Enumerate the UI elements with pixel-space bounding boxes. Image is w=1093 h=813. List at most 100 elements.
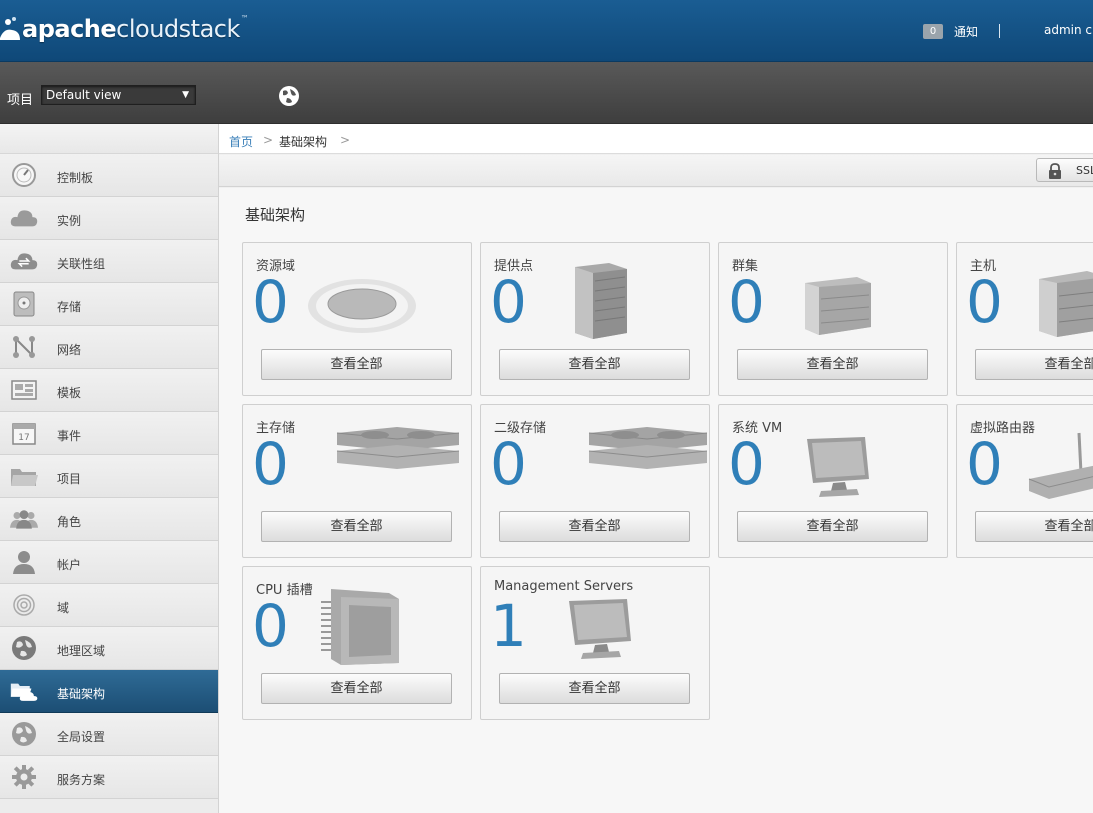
logo-wordmark: apachecloudstack (22, 15, 240, 43)
sidebar-item-label: 域 (57, 601, 70, 615)
project-select-value: Default view (46, 88, 122, 102)
folder-cloud-icon (10, 678, 38, 704)
notification-count-badge[interactable]: 0 (923, 24, 943, 39)
monitor-icon (567, 597, 633, 662)
sidebar-item-label: 地理区域 (57, 644, 106, 658)
sidebar-item-infrastructure[interactable]: 基础架构 (0, 670, 218, 713)
header-separator (999, 24, 1000, 38)
user-icon (10, 549, 38, 575)
tile-primary-storage: 主存储 0 查看全部 (242, 404, 472, 558)
tile-clusters: 群集 0 查看全部 (718, 242, 948, 396)
tile-pods: 提供点 0 查看全部 (480, 242, 710, 396)
tile-count: 0 (966, 430, 1003, 498)
tile-cpu-sockets: CPU 插槽 0 查看全部 (242, 566, 472, 720)
tile-count: 0 (252, 268, 289, 336)
tile-count: 1 (490, 592, 527, 660)
view-all-primary-storage-button[interactable]: 查看全部 (261, 511, 452, 542)
globe-icon[interactable] (278, 85, 300, 107)
primary-storage-icon (335, 425, 461, 478)
sidebar-item-projects[interactable]: 项目 (0, 455, 218, 498)
tile-count: 0 (728, 430, 765, 498)
ssl-certificate-button[interactable]: SSL (1036, 158, 1093, 182)
notifications-link[interactable]: 通知 (954, 23, 978, 40)
gear-icon (10, 764, 38, 790)
breadcrumb-home-link[interactable]: 首页 (229, 133, 253, 150)
logo-text-cloudstack: cloudstack (116, 15, 240, 43)
sidebar-item-affinity-groups[interactable]: 关联性组 (0, 240, 218, 283)
tile-count: 0 (728, 268, 765, 336)
rack-icon (571, 261, 631, 344)
breadcrumb-current[interactable]: 基础架构 (279, 133, 327, 150)
template-icon (10, 377, 38, 403)
host-server-icon (1037, 269, 1093, 342)
router-icon (1027, 429, 1093, 506)
view-all-secondary-storage-button[interactable]: 查看全部 (499, 511, 690, 542)
logo-trademark: ™ (240, 14, 249, 23)
sidebar-item-label: 全局设置 (57, 730, 106, 744)
caret-down-icon: ▼ (182, 90, 189, 100)
tile-secondary-storage: 二级存储 0 查看全部 (480, 404, 710, 558)
project-select[interactable]: Default view ▼ (41, 85, 196, 105)
folder-icon (10, 463, 38, 489)
toolbar: SSL (219, 155, 1093, 187)
sidebar: 控制板 实例 关联性组 存储 网络 模板 17 事件 项目 角色 帐户 域 地理… (0, 124, 219, 813)
domain-rings-icon (10, 592, 38, 618)
sidebar-item-label: 服务方案 (57, 773, 106, 787)
sidebar-item-label: 基础架构 (57, 687, 106, 701)
lock-icon (1048, 163, 1062, 182)
sidebar-item-label: 实例 (57, 214, 82, 228)
sidebar-item-global-settings[interactable]: 全局设置 (0, 713, 218, 756)
tile-zones: 资源域 0 查看全部 (242, 242, 472, 396)
tile-count: 0 (490, 430, 527, 498)
logo-text-apache: apache (22, 15, 117, 43)
app-header: apachecloudstack ™ 0 通知 admin cl (0, 0, 1093, 62)
sidebar-item-label: 存储 (57, 300, 82, 314)
tile-management-servers: Management Servers 1 查看全部 (480, 566, 710, 720)
globe-settings-icon (10, 721, 38, 747)
tile-count: 0 (252, 430, 289, 498)
sidebar-item-instances[interactable]: 实例 (0, 197, 218, 240)
sidebar-item-templates[interactable]: 模板 (0, 369, 218, 412)
view-all-system-vms-button[interactable]: 查看全部 (737, 511, 928, 542)
view-all-virtual-routers-button[interactable]: 查看全部 (975, 511, 1093, 542)
view-all-cpu-sockets-button[interactable]: 查看全部 (261, 673, 452, 704)
main-content: 基础架构 资源域 0 查看全部 提供点 0 查看全部 群集 0 查看全部 主机 … (219, 188, 1093, 813)
view-all-management-servers-button[interactable]: 查看全部 (499, 673, 690, 704)
sidebar-item-domains[interactable]: 域 (0, 584, 218, 627)
page-title: 基础架构 (245, 206, 306, 224)
sidebar-item-label: 网络 (57, 343, 82, 357)
secondary-storage-icon (587, 425, 709, 478)
cpu-chip-icon (319, 587, 401, 670)
sidebar-item-events[interactable]: 17 事件 (0, 412, 218, 455)
tile-count: 0 (966, 268, 1003, 336)
tile-count: 0 (252, 592, 289, 660)
view-all-hosts-button[interactable]: 查看全部 (975, 349, 1093, 380)
project-bar: 项目 Default view ▼ (0, 62, 1093, 124)
users-group-icon (10, 506, 38, 532)
sidebar-item-accounts[interactable]: 帐户 (0, 541, 218, 584)
sidebar-item-label: 角色 (57, 515, 82, 529)
sidebar-item-service-offerings[interactable]: 服务方案 (0, 756, 218, 799)
sidebar-item-storage[interactable]: 存储 (0, 283, 218, 326)
sidebar-item-regions[interactable]: 地理区域 (0, 627, 218, 670)
calendar-icon: 17 (10, 420, 38, 446)
view-all-zones-button[interactable]: 查看全部 (261, 349, 452, 380)
sidebar-item-network[interactable]: 网络 (0, 326, 218, 369)
breadcrumb-separator: > (263, 133, 274, 147)
sidebar-item-label: 帐户 (57, 558, 82, 572)
globe-icon (10, 635, 38, 661)
sidebar-item-dashboard[interactable]: 控制板 (0, 154, 218, 197)
tile-count: 0 (490, 268, 527, 336)
tile-system-vms: 系统 VM 0 查看全部 (718, 404, 948, 558)
sidebar-item-roles[interactable]: 角色 (0, 498, 218, 541)
zone-disc-icon (307, 277, 417, 338)
cluster-box-icon (803, 275, 873, 340)
monitor-icon (805, 435, 871, 500)
dashboard-gauge-icon (10, 162, 38, 188)
ssl-button-label: SSL (1076, 164, 1093, 177)
view-all-clusters-button[interactable]: 查看全部 (737, 349, 928, 380)
cloudstack-logo[interactable]: apachecloudstack ™ (0, 12, 249, 46)
user-menu[interactable]: admin cl (1044, 23, 1093, 37)
network-nodes-icon (10, 334, 38, 360)
view-all-pods-button[interactable]: 查看全部 (499, 349, 690, 380)
